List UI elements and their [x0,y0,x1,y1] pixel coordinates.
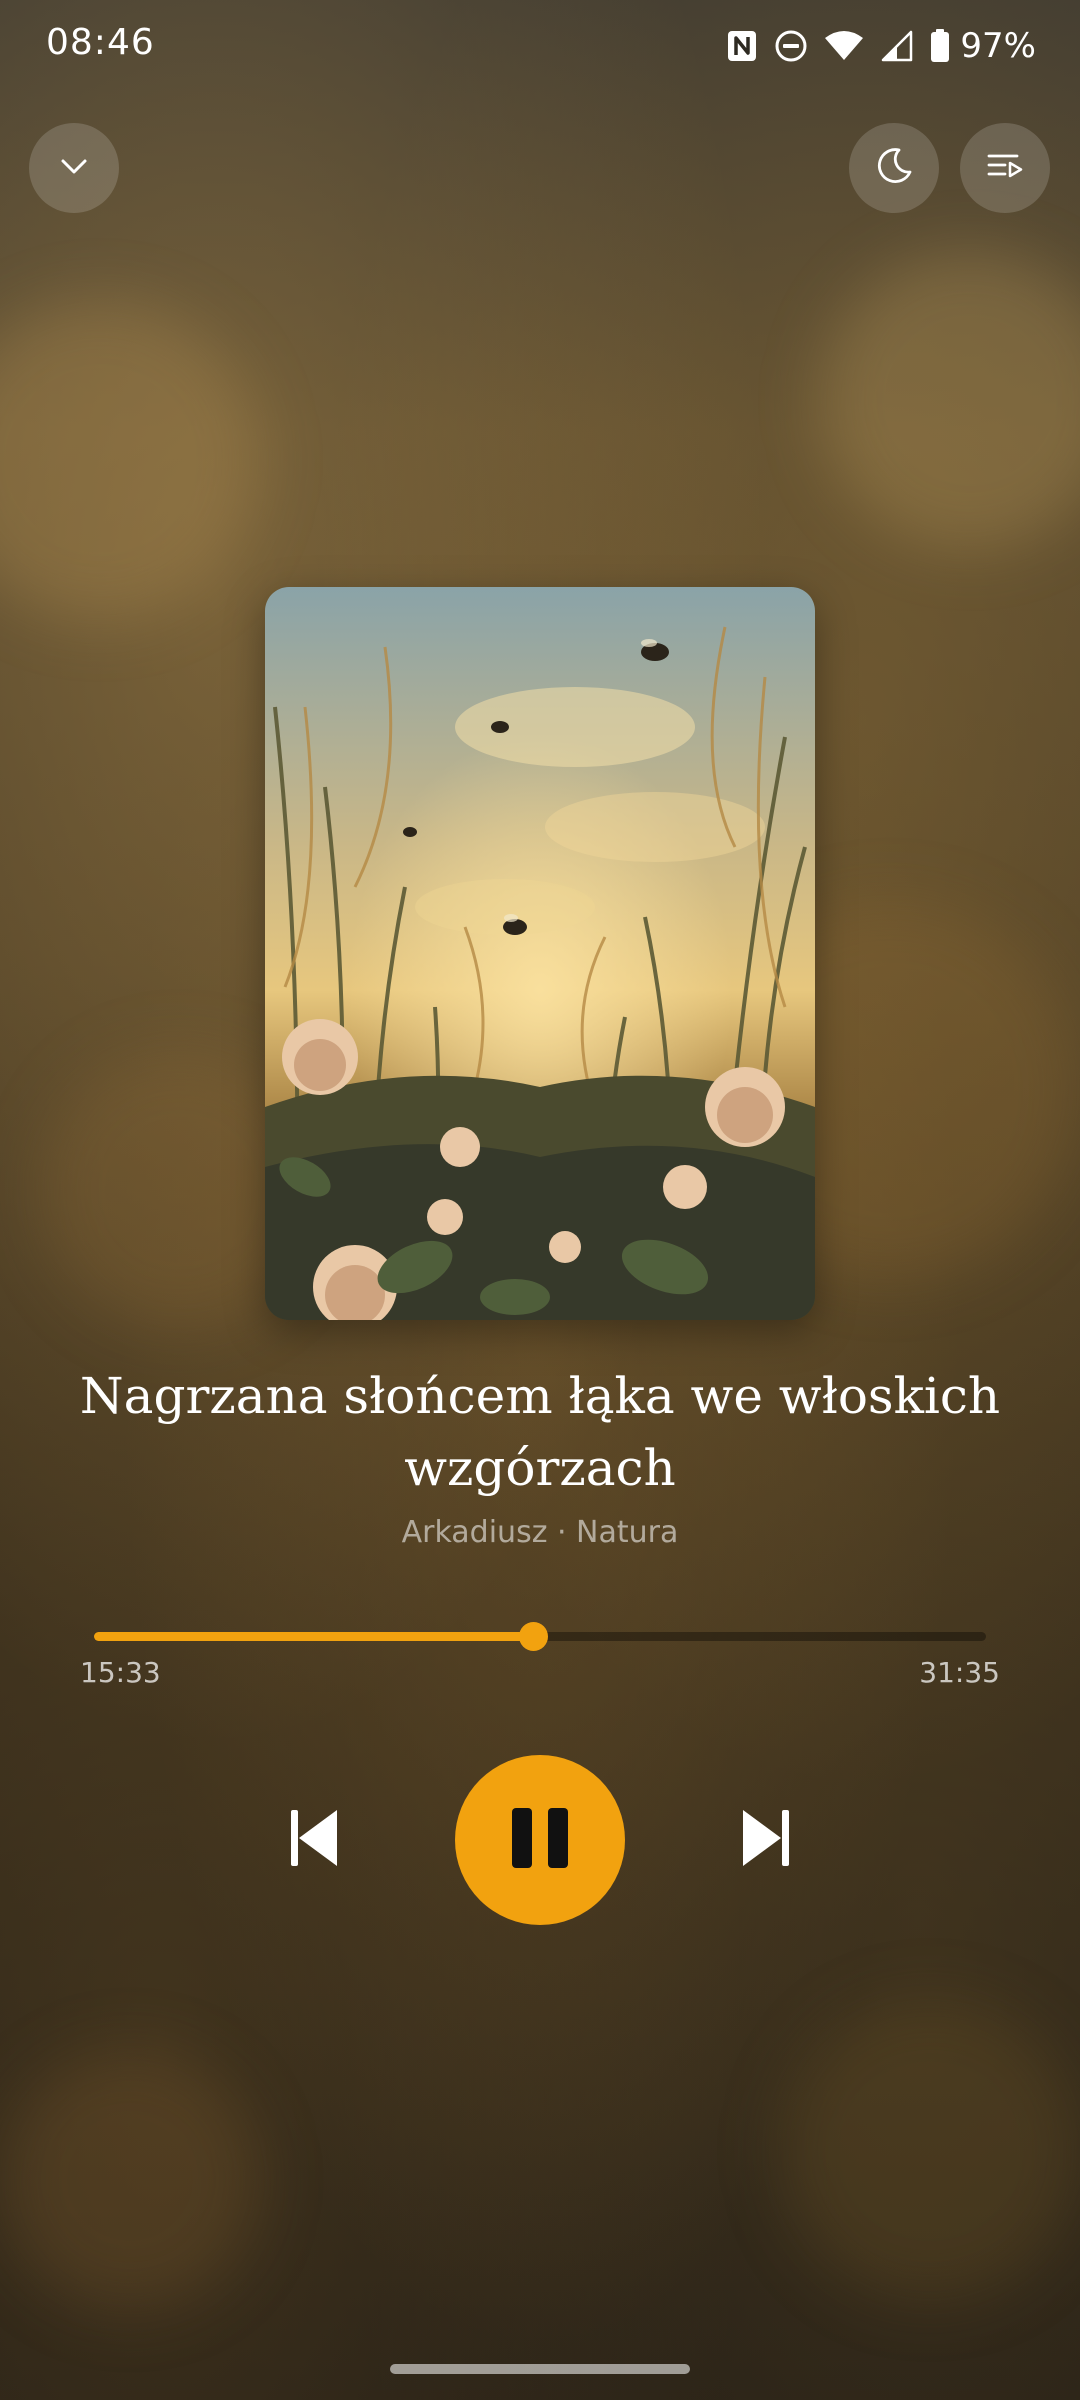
cellular-signal-icon [880,29,914,63]
nfc-icon [726,29,758,63]
seek-bar[interactable] [94,1622,986,1651]
queue-button[interactable] [960,123,1050,213]
do-not-disturb-icon [774,29,808,63]
seek-bar-progress [94,1632,533,1641]
background-blur [780,2000,1080,2300]
collapse-button[interactable] [29,123,119,213]
playlist-icon [983,144,1027,192]
previous-button[interactable] [275,1800,355,1880]
status-time: 08:46 [46,22,155,63]
elapsed-time: 15:33 [80,1656,161,1689]
track-title: Nagrzana słońcem łąka we włoskich wzgórz… [79,1367,1001,1497]
pause-button[interactable] [455,1755,625,1925]
background-blur [820,250,1080,550]
background-blur [0,2050,260,2310]
home-indicator[interactable] [390,2364,690,2374]
status-bar: 08:46 97% [0,0,1080,92]
wifi-icon [824,30,864,62]
battery-icon [930,29,950,63]
chevron-down-icon [54,146,94,190]
moon-icon [872,144,916,192]
skip-previous-icon [285,1806,345,1874]
track-artist-album: Arkadiusz · Natura [401,1515,679,1550]
battery-percentage: 97% [960,26,1036,66]
pause-icon [510,1806,570,1874]
next-button[interactable] [725,1800,805,1880]
skip-next-icon [735,1806,795,1874]
status-icons: 97% [726,24,1036,68]
player-screen: 08:46 97% Nagrzana słońcem łąka we włosk… [0,0,1080,2400]
album-artwork [265,587,815,1320]
background-blur [0,300,260,620]
total-time: 31:35 [919,1656,1000,1689]
sleep-timer-button[interactable] [849,123,939,213]
seek-bar-thumb[interactable] [518,1622,548,1651]
